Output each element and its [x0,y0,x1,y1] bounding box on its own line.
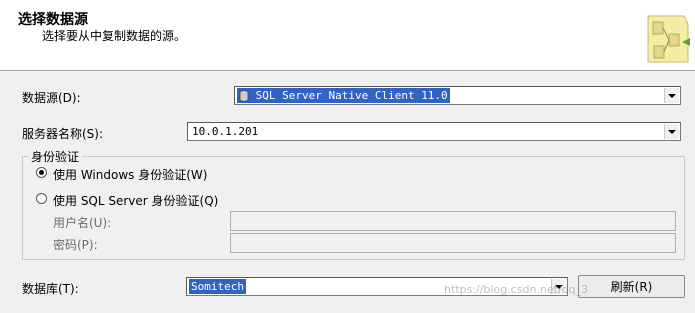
chevron-down-icon[interactable] [664,124,679,139]
refresh-button[interactable]: 刷新(R) [578,275,685,298]
auth-windows-radio[interactable] [36,167,47,178]
server-name-label: 服务器名称(S): [22,127,104,141]
password-input[interactable] [230,233,676,253]
password-label: 密码(P): [53,238,98,252]
auth-sql-radio[interactable] [36,193,47,204]
server-name-combo[interactable]: 10.0.1.201 [187,122,681,141]
database-icon [239,90,249,102]
chevron-down-icon[interactable] [664,88,679,103]
wizard-header: 选择数据源 选择要从中复制数据的源。 [0,0,695,71]
datasource-value: SQL Server Native Client 11.0 [255,89,448,102]
datasource-selected: SQL Server Native Client 11.0 [237,88,450,103]
server-name-value: 10.0.1.201 [192,125,259,138]
database-value: Somitech [189,279,246,294]
page-title: 选择数据源 [18,12,88,28]
wizard-graphic-icon [647,15,690,63]
database-label: 数据库(T): [22,282,79,296]
datasource-label: 数据源(D): [22,91,81,105]
watermark-text: https://blog.csdn.net/qq_3 [444,283,589,296]
auth-group-label: 身份验证 [28,148,83,165]
page-subtitle: 选择要从中复制数据的源。 [42,29,187,43]
auth-windows-label[interactable]: 使用 Windows 身份验证(W) [53,166,207,183]
datasource-select[interactable]: SQL Server Native Client 11.0 [234,86,681,105]
auth-sql-label[interactable]: 使用 SQL Server 身份验证(Q) [53,192,218,209]
username-input[interactable] [230,211,676,231]
username-label: 用户名(U): [53,216,112,230]
